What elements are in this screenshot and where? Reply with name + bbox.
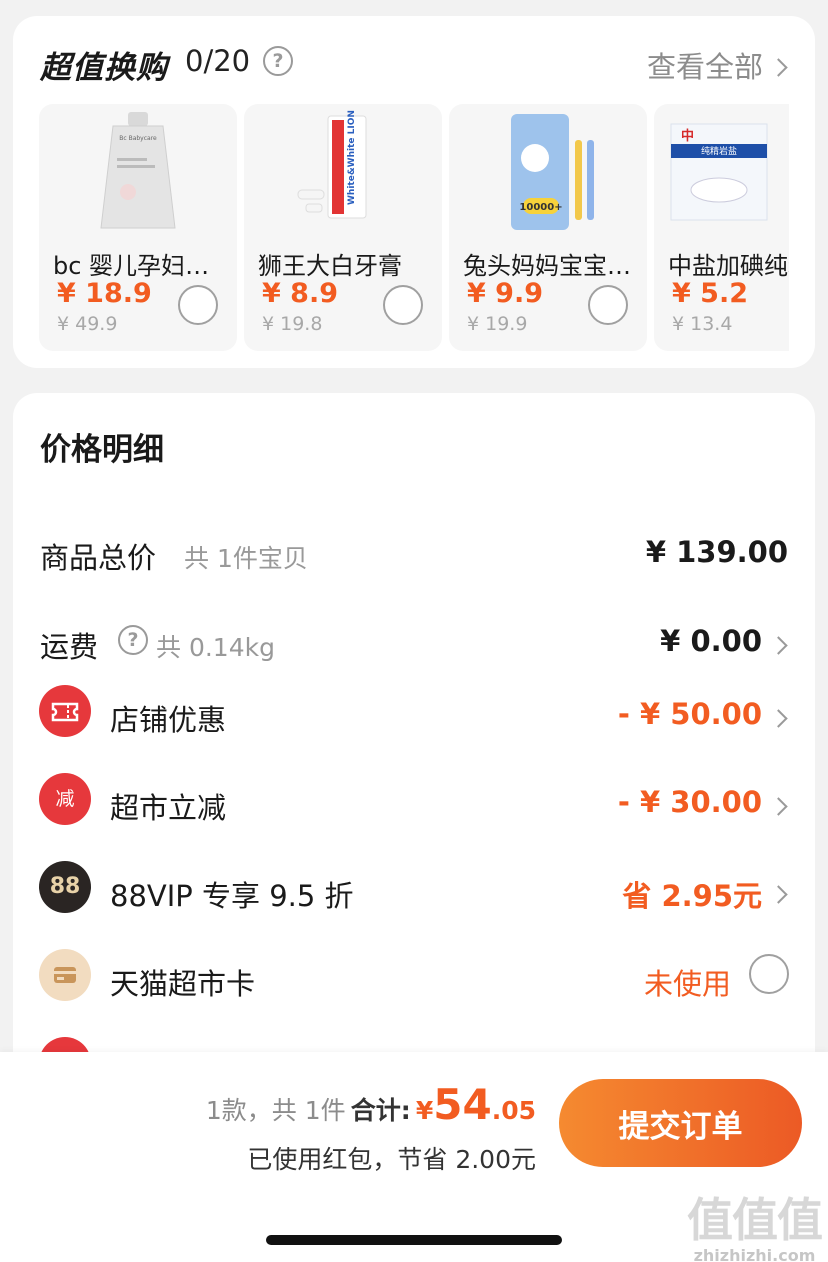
chevron-right-icon[interactable]	[769, 797, 788, 816]
shipping-row[interactable]: 运费 ? 共 0.14kg ¥ 0.00	[13, 602, 815, 682]
card-value: 未使用	[643, 967, 731, 1001]
submit-order-button[interactable]: 提交订单	[559, 1079, 802, 1167]
product-original-price: ¥ 19.9	[467, 313, 528, 335]
swap-product-card[interactable]: White&White LION 狮王大白牙膏 ¥ 8.9 ¥ 19.8	[244, 104, 442, 351]
market-cut-label: 超市立减	[110, 791, 227, 825]
watermark-logo: 值值值	[687, 1193, 823, 1247]
total-line: 1款，共 1件 合计: ¥54.05	[206, 1080, 536, 1129]
card-label: 天猫超市卡	[110, 967, 256, 1001]
product-image-text: 10000+	[519, 202, 562, 213]
vip88-icon: 88	[39, 861, 91, 913]
detergent-pouch-image: Bc Babycare	[100, 112, 176, 229]
product-price: ¥ 18.9	[57, 278, 152, 309]
goods-total-row: 商品总价 共 1件宝贝 ¥ 139.00	[13, 513, 815, 593]
shipping-value: ¥ 0.00	[660, 624, 762, 658]
product-original-price: ¥ 49.9	[57, 313, 118, 335]
vip-value: 省 2.95元	[622, 879, 762, 913]
home-indicator[interactable]	[266, 1235, 562, 1245]
price-detail-title: 价格明细	[40, 432, 164, 468]
coupon-icon	[39, 685, 91, 737]
reduce-icon: 减	[39, 773, 91, 825]
goods-total-value: ¥ 139.00	[645, 535, 788, 569]
saved-text: 已使用红包，节省 2.00元	[247, 1145, 536, 1174]
product-image-text: 纯精岩盐	[701, 145, 737, 157]
vip-label: 88VIP 专享 9.5 折	[110, 879, 354, 913]
help-icon[interactable]: ?	[263, 46, 293, 76]
view-all-link[interactable]: 查看全部	[647, 44, 763, 86]
help-icon[interactable]: ?	[118, 625, 148, 655]
chevron-right-icon[interactable]	[769, 709, 788, 728]
shipping-label: 运费	[40, 630, 99, 664]
salt-bag-image: 纯精岩盐 中	[670, 123, 768, 221]
chevron-right-icon[interactable]	[769, 58, 788, 77]
checkout-bar: 1款，共 1件 合计: ¥54.05 已使用红包，节省 2.00元 提交订单 值…	[0, 1052, 828, 1262]
total-label: 合计:	[350, 1096, 411, 1125]
total-integer: 54	[433, 1080, 492, 1129]
shop-discount-row[interactable]: 店铺优惠 - ¥ 50.00	[13, 675, 815, 755]
select-radio[interactable]	[383, 285, 423, 325]
item-count: 1款，共 1件	[205, 1096, 346, 1125]
swap-product-card[interactable]: Bc Babycare bc 婴儿孕妇洗衣液 ¥ 18.9 ¥ 49.9	[39, 104, 237, 351]
product-original-price: ¥ 19.8	[262, 313, 323, 335]
vip-row[interactable]: 88 88VIP 专享 9.5 折 省 2.95元	[13, 851, 815, 931]
select-radio[interactable]	[588, 285, 628, 325]
chevron-right-icon[interactable]	[769, 636, 788, 655]
product-name: 兔头妈妈宝宝牙刷	[463, 252, 643, 280]
product-name: bc 婴儿孕妇洗衣液	[53, 252, 233, 280]
svg-text:中: 中	[681, 128, 694, 144]
market-cut-value: - ¥ 30.00	[617, 785, 762, 819]
supermarket-card-row[interactable]: 天猫超市卡 未使用	[13, 939, 815, 1019]
product-image-text: White&White LION	[347, 110, 357, 205]
swap-product-card[interactable]: 纯精岩盐 中 中盐加碘纯精岩盐 ¥ 5.2 ¥ 13.4	[654, 104, 789, 351]
swap-product-list: Bc Babycare bc 婴儿孕妇洗衣液 ¥ 18.9 ¥ 49.9 Whi…	[39, 104, 789, 351]
swap-product-card[interactable]: 10000+ 兔头妈妈宝宝牙刷 ¥ 9.9 ¥ 19.9	[449, 104, 647, 351]
toothpaste-image: White&White LION	[297, 110, 367, 219]
watermark: 值值值 zhizhizhi.com	[687, 1184, 823, 1262]
swap-section: 超值换购 0/20 ? 查看全部 Bc Babycare bc 婴儿孕妇洗衣液 …	[13, 16, 815, 368]
yen-symbol: ¥	[415, 1096, 434, 1125]
card-select-radio[interactable]	[749, 954, 789, 994]
select-radio[interactable]	[178, 285, 218, 325]
market-cut-row[interactable]: 减 超市立减 - ¥ 30.00	[13, 763, 815, 843]
toothbrush-image: 10000+	[511, 114, 594, 230]
product-price: ¥ 9.9	[467, 278, 544, 309]
product-name: 中盐加碘纯精岩盐	[668, 252, 789, 280]
shop-discount-label: 店铺优惠	[110, 703, 227, 737]
total-decimal: .05	[491, 1096, 536, 1125]
card-icon	[39, 949, 91, 1001]
product-name: 狮王大白牙膏	[258, 252, 402, 280]
swap-title: 超值换购	[40, 50, 168, 86]
shipping-sub: 共 0.14kg	[156, 633, 275, 662]
chevron-right-icon[interactable]	[769, 885, 788, 904]
watermark-url: zhizhizhi.com	[693, 1246, 816, 1262]
product-price: ¥ 5.2	[672, 278, 749, 309]
goods-total-label: 商品总价	[40, 541, 157, 575]
swap-count: 0/20	[185, 44, 251, 78]
shop-discount-value: - ¥ 50.00	[617, 697, 762, 731]
product-price: ¥ 8.9	[262, 278, 339, 309]
product-image-text: Bc Babycare	[119, 135, 157, 142]
goods-total-sub: 共 1件宝贝	[184, 544, 308, 573]
product-original-price: ¥ 13.4	[672, 313, 733, 335]
